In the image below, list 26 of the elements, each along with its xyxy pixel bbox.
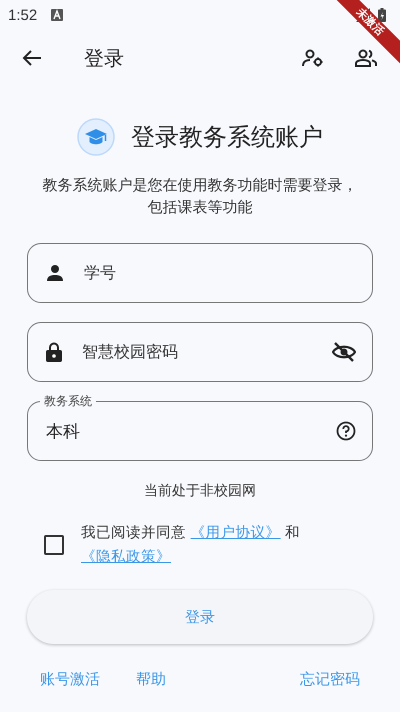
login-button[interactable]: 登录 [27, 590, 373, 644]
lock-icon [46, 342, 62, 362]
agreement-text: 我已阅读并同意 《用户协议》 和 《隐私政策》 [81, 524, 302, 567]
privacy-policy-link[interactable]: 《隐私政策》 [81, 549, 171, 565]
field-label: 教务系统 [40, 393, 96, 410]
people-icon[interactable] [354, 48, 378, 68]
help-icon[interactable] [336, 421, 356, 441]
person-icon [46, 264, 64, 282]
user-agreement-link[interactable]: 《用户协议》 [190, 525, 281, 541]
eye-slash-icon[interactable] [332, 342, 356, 362]
input-field[interactable]: 学号 [27, 243, 373, 303]
page-title: 登录 [84, 44, 125, 72]
status-time: 1:52 [8, 6, 38, 24]
back-arrow-icon[interactable] [22, 48, 42, 68]
notification-icon [51, 9, 64, 21]
agreement-checkbox[interactable] [44, 535, 64, 555]
input-field[interactable]: 智慧校园密码 [27, 322, 373, 382]
footer-link[interactable]: 帮助 [136, 670, 166, 689]
graduation-cap-icon [77, 118, 115, 156]
network-status-text: 当前处于非校园网 [143, 482, 257, 500]
person-settings-icon[interactable] [302, 48, 324, 68]
footer-link[interactable]: 账号激活 [40, 670, 100, 689]
battery-icon [378, 8, 386, 22]
description-text: 教务系统账户是您在使用教务功能时需要登录，包括课表等功能 [42, 175, 358, 218]
footer-link[interactable]: 忘记密码 [300, 670, 360, 689]
section-title: 登录教务系统账户 [131, 122, 323, 153]
